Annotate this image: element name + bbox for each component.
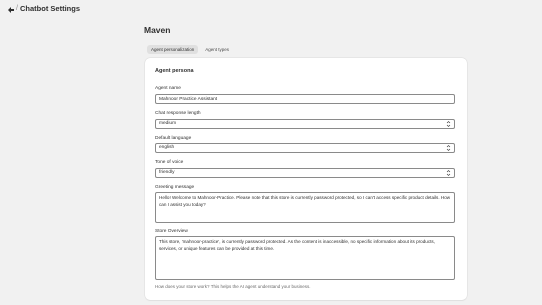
top-bar: / Chatbot Settings xyxy=(0,0,542,20)
tone-label: Tone of voice xyxy=(155,160,184,165)
language-label: Default language xyxy=(155,136,192,141)
language-value: english xyxy=(159,145,175,150)
tone-select[interactable]: friendly xyxy=(155,168,455,178)
agent-name-label: Agent name xyxy=(155,86,181,91)
tab-agent-personalization[interactable]: Agent personalization xyxy=(147,45,199,54)
tab-bar: Agent personalization Agent types xyxy=(147,45,233,54)
tab-agent-types[interactable]: Agent types xyxy=(201,45,233,54)
response-length-select[interactable]: medium xyxy=(155,119,455,129)
language-select[interactable]: english xyxy=(155,143,455,153)
response-length-label: Chat response length xyxy=(155,111,201,116)
page-title: Chatbot Settings xyxy=(20,4,80,13)
response-length-value: medium xyxy=(159,121,177,126)
chevron-up-down-icon xyxy=(446,169,451,177)
tone-value: friendly xyxy=(159,170,175,175)
app-icon[interactable] xyxy=(7,6,15,14)
overview-help-text: How does your store work? This helps the… xyxy=(155,284,311,289)
agent-name-input[interactable]: Mahnoor Practice Assistant xyxy=(155,94,455,104)
greeting-textarea[interactable]: Hello! Welcome to Mahnoor-Practice. Plea… xyxy=(155,192,455,223)
agent-name-value: Mahnoor Practice Assistant xyxy=(159,97,218,102)
chevron-up-down-icon xyxy=(446,120,451,128)
agent-persona-card: Agent persona Agent name Mahnoor Practic… xyxy=(145,58,467,300)
breadcrumb-separator: / xyxy=(16,5,18,12)
section-title: Agent persona xyxy=(155,68,194,74)
agent-name-heading: Maven xyxy=(144,25,171,35)
greeting-label: Greeting message xyxy=(155,185,195,190)
overview-label: Store Overview xyxy=(155,229,188,234)
overview-textarea[interactable]: This store, 'mahnoor-practice', is curre… xyxy=(155,236,455,280)
chevron-up-down-icon xyxy=(446,144,451,152)
